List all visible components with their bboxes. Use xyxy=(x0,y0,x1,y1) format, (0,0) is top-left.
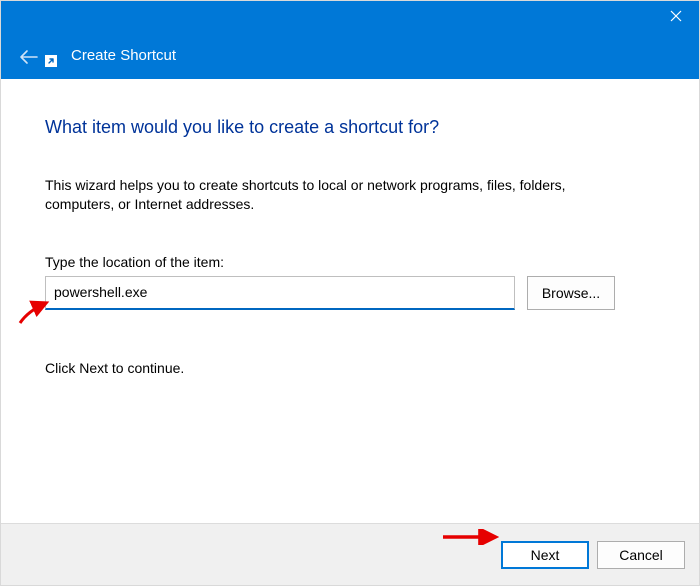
window-title: Create Shortcut xyxy=(71,47,176,64)
location-label: Type the location of the item: xyxy=(45,254,655,270)
page-heading: What item would you like to create a sho… xyxy=(45,117,655,138)
wizard-footer: Next Cancel xyxy=(1,523,699,585)
shortcut-badge-icon xyxy=(45,55,57,67)
back-arrow-icon xyxy=(19,49,39,65)
wizard-content: What item would you like to create a sho… xyxy=(1,79,699,523)
close-button[interactable] xyxy=(653,1,699,31)
location-input[interactable] xyxy=(45,276,515,310)
cancel-button[interactable]: Cancel xyxy=(597,541,685,569)
titlebar: Create Shortcut xyxy=(1,1,699,79)
continue-hint: Click Next to continue. xyxy=(45,360,655,376)
back-button[interactable] xyxy=(19,49,39,68)
close-icon xyxy=(670,10,682,22)
browse-button[interactable]: Browse... xyxy=(527,276,615,310)
next-button[interactable]: Next xyxy=(501,541,589,569)
page-description: This wizard helps you to create shortcut… xyxy=(45,176,605,214)
location-row: Browse... xyxy=(45,276,655,310)
